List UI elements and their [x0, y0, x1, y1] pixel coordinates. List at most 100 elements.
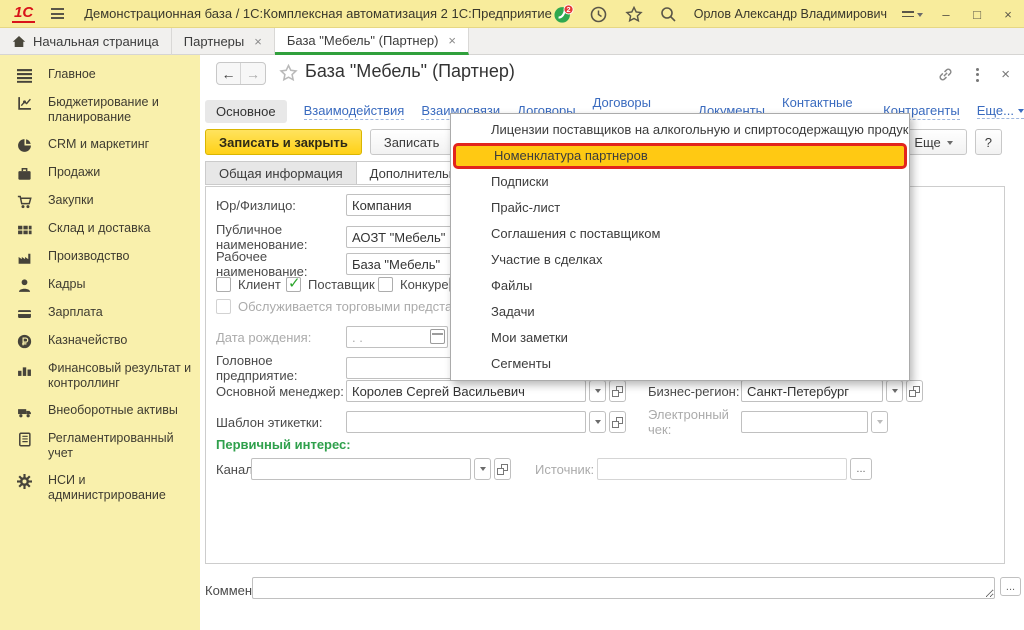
menu-item-price-list[interactable]: Прайс-лист: [451, 195, 909, 221]
menu-item-files[interactable]: Файлы: [451, 273, 909, 299]
workspace-tab-bar: Начальная страница Партнеры × База "Мебе…: [0, 28, 1024, 55]
link-icon[interactable]: [937, 66, 954, 83]
public-name-label: Публичное наименование:: [216, 222, 346, 252]
electronic-receipt-label: Электронный чек:: [648, 407, 741, 437]
menu-item-tasks[interactable]: Задачи: [451, 299, 909, 325]
menu-item-subscriptions[interactable]: Подписки: [451, 169, 909, 195]
current-user[interactable]: Орлов Александр Владимирович: [694, 7, 887, 21]
sidebar-item-main[interactable]: Главное: [0, 61, 200, 89]
app-window: 1С Демонстрационная база / 1С:Комплексна…: [0, 0, 1024, 630]
sidebar-item-sales[interactable]: Продажи: [0, 159, 200, 187]
open-button[interactable]: [494, 458, 511, 480]
chevron-down-icon: [947, 141, 953, 148]
forward-button[interactable]: →: [241, 63, 265, 84]
back-button[interactable]: ←: [217, 63, 241, 84]
ruble-icon: [17, 334, 33, 349]
tab-partner-card[interactable]: База "Мебель" (Партнер) ×: [275, 28, 469, 55]
minimize-button[interactable]: –: [938, 7, 954, 22]
menu-item-licenses[interactable]: Лицензии поставщиков на алкогольную и сп…: [451, 117, 909, 143]
open-button[interactable]: [609, 411, 626, 433]
birth-date-label: Дата рождения:: [216, 330, 346, 345]
sidebar-item-regulated[interactable]: Регламентированный учет: [0, 425, 200, 467]
close-tab-icon[interactable]: ×: [254, 34, 262, 49]
sidebar-item-payroll[interactable]: Зарплата: [0, 299, 200, 327]
more-options-icon[interactable]: [976, 68, 979, 82]
calendar-icon[interactable]: [430, 329, 445, 344]
menu-lines-icon: [17, 68, 33, 83]
menu-item-partner-nomenclature[interactable]: Номенклатура партнеров: [453, 143, 907, 169]
sidebar-item-treasury[interactable]: Казначейство: [0, 327, 200, 355]
nav-interactions[interactable]: Взаимодействия: [304, 103, 405, 120]
sidebar-item-purchases[interactable]: Закупки: [0, 187, 200, 215]
source-field[interactable]: [597, 458, 847, 480]
comment-dots-button[interactable]: ...: [1000, 577, 1021, 596]
menu-item-supplier-agreements[interactable]: Соглашения с поставщиком: [451, 221, 909, 247]
sidebar-item-crm[interactable]: CRM и маркетинг: [0, 131, 200, 159]
maximize-button[interactable]: □: [969, 7, 985, 22]
open-icon: [909, 386, 920, 397]
dropdown-button[interactable]: [589, 380, 606, 402]
sales-rep-checkbox[interactable]: [216, 299, 231, 314]
tab-general-info[interactable]: Общая информация: [205, 161, 357, 185]
dropdown-button[interactable]: [871, 411, 888, 433]
sidebar-item-production[interactable]: Производство: [0, 243, 200, 271]
tab-home[interactable]: Начальная страница: [0, 28, 172, 55]
nav-more[interactable]: Еще...: [977, 103, 1024, 119]
menu-item-segments[interactable]: Сегменты: [451, 351, 909, 377]
electronic-receipt-field[interactable]: [741, 411, 868, 433]
primary-interest-label: Первичный интерес:: [216, 437, 351, 452]
save-close-button[interactable]: Записать и закрыть: [205, 129, 362, 155]
business-region-field[interactable]: [741, 380, 883, 402]
history-nav: ← →: [216, 62, 266, 85]
sidebar-item-warehouse[interactable]: Склад и доставка: [0, 215, 200, 243]
ledger-icon: [17, 432, 33, 447]
save-button[interactable]: Записать: [370, 129, 454, 155]
search-icon[interactable]: [659, 4, 679, 24]
close-form-icon[interactable]: ×: [1001, 66, 1010, 83]
notification-badge: 2: [566, 5, 570, 14]
open-icon: [612, 417, 623, 428]
open-icon: [497, 464, 508, 475]
open-button[interactable]: [906, 380, 923, 402]
dropdown-button[interactable]: [886, 380, 903, 402]
sidebar-item-finresult[interactable]: Финансовый результат и контроллинг: [0, 355, 200, 397]
history-icon[interactable]: [589, 4, 609, 24]
source-dots-button[interactable]: ...: [850, 458, 872, 480]
channel-field[interactable]: [251, 458, 471, 480]
favorite-star-icon[interactable]: [279, 64, 298, 82]
close-tab-icon[interactable]: ×: [448, 33, 456, 48]
nav-main[interactable]: Основное: [205, 100, 287, 123]
menu-item-my-notes[interactable]: Мои заметки: [451, 325, 909, 351]
discussions-icon[interactable]: 2: [554, 4, 574, 24]
client-checkbox[interactable]: [216, 277, 231, 292]
main-menu-icon[interactable]: [51, 8, 64, 19]
gear-icon: [17, 474, 33, 489]
service-menu-icon[interactable]: [902, 9, 923, 20]
form-toolbar: Записать и закрыть Записать: [205, 129, 487, 155]
more-button[interactable]: Еще: [900, 129, 966, 155]
main-manager-field[interactable]: [346, 380, 586, 402]
open-icon: [612, 386, 623, 397]
favorites-star-icon[interactable]: [624, 4, 644, 24]
dropdown-button[interactable]: [474, 458, 491, 480]
competitor-checkbox[interactable]: [378, 277, 393, 292]
sidebar-item-hr[interactable]: Кадры: [0, 271, 200, 299]
menu-item-deals[interactable]: Участие в сделках: [451, 247, 909, 273]
dropdown-button[interactable]: [589, 411, 606, 433]
pie-chart-icon: [17, 138, 33, 153]
source-label: Источник:: [535, 462, 597, 477]
sidebar-item-assets[interactable]: Внеоборотные активы: [0, 397, 200, 425]
channel-label: Канал:: [216, 462, 251, 477]
close-window-button[interactable]: ×: [1000, 7, 1016, 22]
help-button[interactable]: ?: [975, 129, 1002, 155]
tab-partners[interactable]: Партнеры ×: [172, 28, 275, 55]
legal-type-label: Юр/Физлицо:: [216, 198, 346, 213]
label-template-field[interactable]: [346, 411, 586, 433]
app-title: Демонстрационная база / 1С:Комплексная а…: [84, 6, 552, 21]
supplier-checkbox[interactable]: ✓: [286, 277, 301, 292]
comment-field[interactable]: [252, 577, 995, 599]
sidebar-item-admin[interactable]: НСИ и администрирование: [0, 467, 200, 509]
open-button[interactable]: [609, 380, 626, 402]
bar-chart-icon: [17, 362, 33, 377]
sidebar-item-budgeting[interactable]: Бюджетирование и планирование: [0, 89, 200, 131]
